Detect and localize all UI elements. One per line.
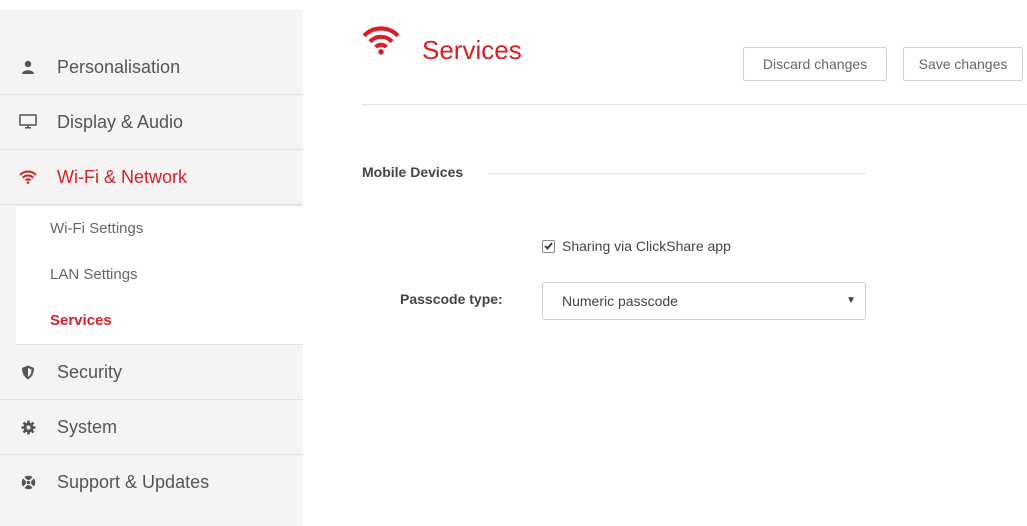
sidebar-item-label: Support & Updates [57, 472, 210, 492]
sharing-option: Sharing via ClickShare app [542, 238, 731, 254]
sidebar-item-label: Personalisation [57, 56, 181, 77]
passcode-type-value: Numeric passcode [562, 293, 678, 309]
submenu-item-services[interactable]: Services [50, 312, 112, 329]
passcode-type-label: Passcode type: [400, 291, 503, 307]
wifi-network-submenu: Wi-Fi Settings LAN Settings Services [16, 205, 303, 345]
sidebar-item-support-updates[interactable]: Support & Updates [0, 455, 303, 510]
sidebar-item-security[interactable]: Security [0, 345, 303, 400]
save-changes-button[interactable]: Save changes [903, 47, 1023, 81]
user-icon [18, 57, 38, 77]
sharing-checkbox[interactable] [542, 239, 555, 253]
sharing-label: Sharing via ClickShare app [562, 238, 731, 254]
sidebar-item-label: Wi-Fi & Network [57, 166, 187, 187]
chevron-down-icon: ▼ [846, 295, 856, 306]
discard-changes-button[interactable]: Discard changes [743, 47, 887, 81]
checkmark-icon [544, 242, 553, 250]
submenu-item-wifi-settings[interactable]: Wi-Fi Settings [50, 220, 143, 237]
sidebar-item-personalisation[interactable]: Personalisation [0, 40, 303, 95]
wifi-icon [362, 25, 400, 60]
sidebar-item-label: Security [57, 361, 123, 382]
sidebar: Personalisation Display & Audio Wi-Fi & … [0, 10, 303, 526]
sidebar-item-display-audio[interactable]: Display & Audio [0, 95, 303, 150]
lifebuoy-icon [18, 473, 38, 493]
monitor-icon [18, 112, 38, 132]
submenu-item-lan-settings[interactable]: LAN Settings [50, 266, 138, 283]
page-title: Services [422, 35, 522, 65]
section-divider [488, 173, 866, 174]
sidebar-item-wifi-network[interactable]: Wi-Fi & Network [0, 150, 303, 205]
section-title: Mobile Devices [362, 164, 464, 180]
header-divider [362, 104, 1027, 105]
sidebar-item-label: Display & Audio [57, 111, 184, 132]
wifi-icon [18, 167, 38, 187]
passcode-type-select[interactable]: Numeric passcode ▼ [542, 282, 866, 320]
gear-icon [18, 417, 38, 437]
shield-icon [18, 362, 38, 382]
sidebar-item-system[interactable]: System [0, 400, 303, 455]
sidebar-item-label: System [57, 416, 118, 437]
